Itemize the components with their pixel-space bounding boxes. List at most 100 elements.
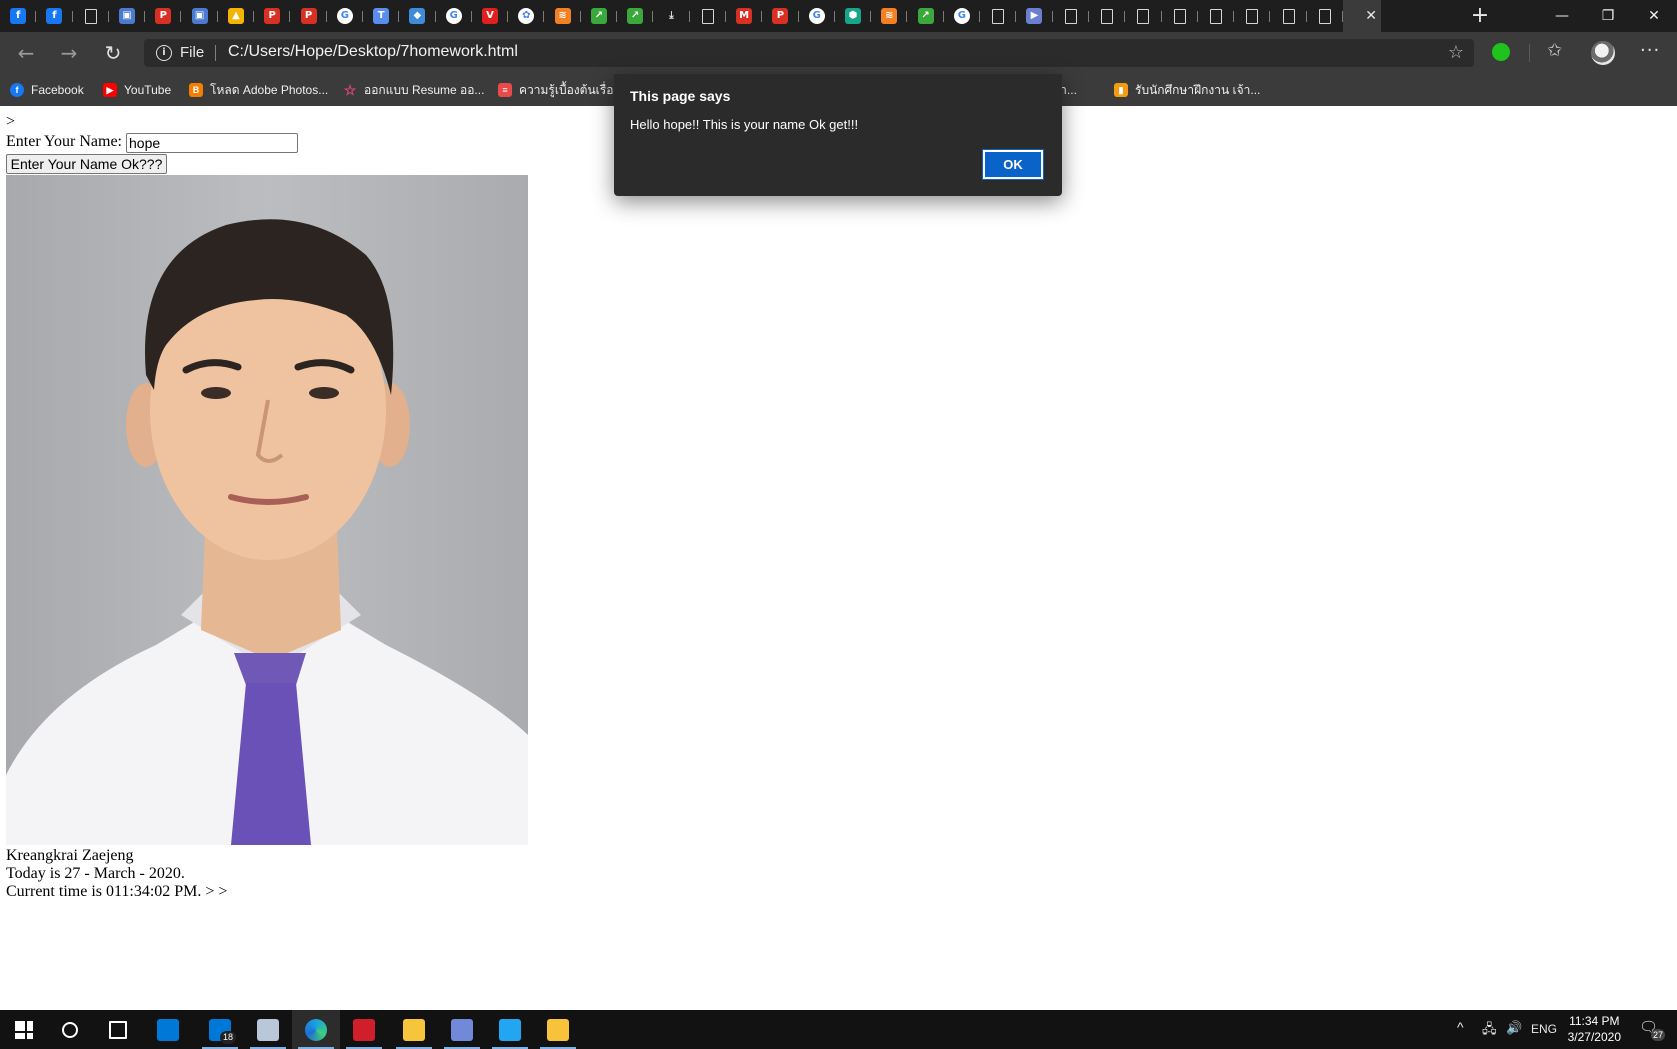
browser-tab[interactable] — [1053, 0, 1090, 32]
name-input[interactable] — [126, 133, 298, 153]
taskbar-file-explorer[interactable] — [534, 1010, 582, 1049]
browser-tab[interactable]: P — [145, 0, 182, 32]
favorites-icon[interactable]: ✩ — [1547, 40, 1562, 61]
facebook-icon: f — [46, 8, 63, 24]
facebook-icon: f — [10, 83, 24, 97]
bookmark-label: YouTube — [124, 83, 172, 97]
browser-tab[interactable]: ↗ — [907, 0, 945, 32]
browser-tab[interactable]: ◆ — [399, 0, 436, 32]
browser-tab[interactable] — [1125, 0, 1162, 32]
facebook-icon: f — [10, 8, 27, 24]
browser-tab[interactable]: T — [363, 0, 400, 32]
back-button[interactable]: ← — [14, 41, 38, 65]
close-tab-icon[interactable]: ✕ — [1365, 8, 1377, 24]
taskbar-discord-app[interactable] — [438, 1010, 486, 1049]
volume-icon[interactable]: 🔊 — [1506, 1020, 1522, 1036]
browser-tab[interactable]: P — [290, 0, 327, 32]
bookmark-item[interactable]: f Facebook — [10, 74, 84, 106]
google-icon: G — [953, 8, 970, 24]
favorite-star-icon[interactable]: ☆ — [1448, 42, 1464, 63]
browser-tab[interactable]: ⤓ — [653, 0, 690, 32]
refresh-button[interactable]: ↻ — [101, 41, 125, 65]
tab-list: f f ▣ P ▣ ▲ P P G T ◆ G V ✿ ≋ ↗ ↗ ⤓ M P G ⬢ ≋ ↗ G ▶ ✕ — [0, 0, 1381, 32]
browser-tab[interactable]: f — [36, 0, 73, 32]
browser-tab[interactable] — [980, 0, 1017, 32]
chart-icon: ↗ — [590, 8, 607, 24]
document-icon — [1246, 8, 1259, 24]
document-icon — [992, 8, 1005, 24]
browser-tab[interactable]: G — [436, 0, 473, 32]
submit-name-button[interactable]: Enter Your Name Ok??? — [6, 154, 167, 174]
python-idle-icon — [403, 1018, 425, 1041]
youtube-icon: ▶ — [103, 83, 117, 97]
browser-tab[interactable] — [1307, 0, 1344, 32]
url-text[interactable]: C:/Users/Hope/Desktop/7homework.html — [228, 43, 518, 61]
browser-tab[interactable]: G — [327, 0, 364, 32]
browser-tab[interactable]: ↗ — [581, 0, 618, 32]
more-menu-icon[interactable]: ··· — [1640, 40, 1660, 61]
close-window-button[interactable]: ✕ — [1631, 0, 1677, 32]
bookmark-label: ออกแบบ Resume ออ... — [364, 82, 485, 97]
minimize-button[interactable]: — — [1539, 0, 1585, 32]
taskbar-mail[interactable]: 18 — [196, 1010, 244, 1049]
taskbar-search[interactable] — [46, 1010, 94, 1049]
browser-tab[interactable]: ✿ — [508, 0, 545, 32]
browser-tab[interactable]: ⬢ — [835, 0, 872, 32]
bookmark-item[interactable]: B โหลด Adobe Photos... — [189, 74, 328, 106]
browser-tab[interactable] — [1198, 0, 1235, 32]
translate-icon: T — [373, 8, 390, 24]
taskbar-task-view[interactable] — [94, 1010, 142, 1049]
bookmark-label: โหลด Adobe Photos... — [210, 82, 329, 97]
bookmark-item[interactable]: ▶ YouTube — [103, 74, 171, 106]
taskbar-game-app[interactable] — [340, 1010, 388, 1049]
discord-app-icon — [451, 1018, 473, 1041]
taskbar-python-idle[interactable] — [390, 1010, 438, 1049]
document-icon — [1173, 8, 1186, 24]
browser-tab[interactable]: ↗ — [617, 0, 654, 32]
browser-tab[interactable]: G — [944, 0, 981, 32]
browser-tab[interactable]: P — [762, 0, 799, 32]
info-icon[interactable]: i — [156, 45, 172, 61]
document-icon — [1209, 8, 1222, 24]
browser-tab[interactable] — [690, 0, 727, 32]
notepad-icon — [257, 1018, 279, 1041]
ok-button[interactable]: OK — [982, 149, 1044, 180]
page-content: > Enter Your Name: Enter Your Name Ok??? — [0, 106, 1677, 1010]
browser-tab[interactable] — [1270, 0, 1307, 32]
language-indicator[interactable]: ENG — [1531, 1022, 1557, 1036]
clock-area[interactable]: 11:34 PM 3/27/2020 — [1568, 1013, 1621, 1045]
browser-tab[interactable]: ▣ — [181, 0, 219, 32]
active-browser-tab[interactable]: ✕ — [1342, 0, 1381, 32]
browser-tab[interactable] — [1162, 0, 1199, 32]
browser-tab[interactable]: f — [0, 0, 37, 32]
taskbar-edge[interactable] — [292, 1010, 340, 1049]
address-bar[interactable]: i File C:/Users/Hope/Desktop/7homework.h… — [144, 39, 1474, 67]
browser-tab[interactable]: M — [726, 0, 763, 32]
bookmark-item[interactable]: ▮ รับนักศึกษาฝึกงาน เจ้า... — [1114, 74, 1260, 106]
browser-tab[interactable]: ▶ — [1016, 0, 1053, 32]
browser-tab[interactable]: ▣ — [109, 0, 146, 32]
browser-tab[interactable] — [1089, 0, 1126, 32]
gmail-icon: M — [736, 8, 753, 24]
extension-icon[interactable] — [1492, 43, 1510, 61]
taskbar-vscode[interactable] — [486, 1010, 534, 1049]
browser-tab[interactable] — [73, 0, 110, 32]
browser-tab[interactable]: ▲ — [218, 0, 255, 32]
taskbar-start[interactable] — [0, 1010, 48, 1049]
restore-button[interactable]: ❐ — [1585, 0, 1631, 32]
browser-tab[interactable]: ≋ — [544, 0, 582, 32]
browser-tab[interactable]: V — [472, 0, 509, 32]
browser-tab[interactable]: P — [254, 0, 291, 32]
bookmark-item[interactable]: ☆ ออกแบบ Resume ออ... — [343, 74, 485, 106]
browser-tab[interactable] — [1234, 0, 1271, 32]
bookmark-item[interactable]: ≡ ความรู้เบื้องต้นเรื่องกา — [498, 74, 633, 106]
taskbar-notepad[interactable] — [244, 1010, 292, 1049]
browser-tab[interactable]: G — [799, 0, 836, 32]
new-tab-button[interactable]: + — [1467, 3, 1493, 29]
profile-avatar[interactable] — [1591, 41, 1615, 65]
network-icon[interactable]: 🖧 — [1482, 1020, 1497, 1042]
forward-button[interactable]: → — [57, 41, 81, 65]
taskbar-store[interactable] — [144, 1010, 192, 1049]
browser-tab[interactable]: ≋ — [871, 0, 908, 32]
show-hidden-icons[interactable]: ^ — [1457, 1019, 1464, 1035]
